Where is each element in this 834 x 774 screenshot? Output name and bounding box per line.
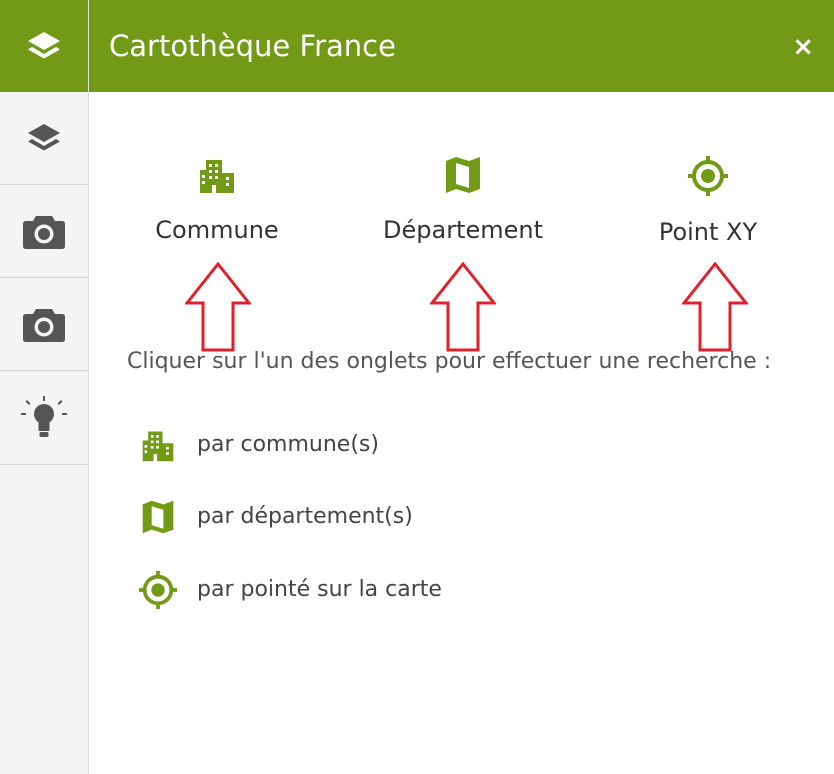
- camera-icon: [23, 309, 65, 342]
- crosshair-icon: [138, 570, 178, 610]
- tab-point-xy[interactable]: Point XY: [598, 155, 818, 247]
- close-button[interactable]: ×: [792, 34, 814, 60]
- tab-label: Point XY: [658, 218, 758, 246]
- layers-icon: [28, 32, 60, 59]
- list-item-point: par pointé sur la carte: [136, 570, 442, 610]
- option-label: par commune(s): [197, 432, 379, 457]
- arrow-up-icon: [682, 262, 748, 352]
- city-icon: [200, 160, 234, 193]
- option-label: par département(s): [197, 504, 413, 529]
- tab-label: Commune: [155, 216, 279, 244]
- sidebar-item-lightbulb[interactable]: [0, 371, 88, 465]
- arrow-up-icon: [430, 262, 496, 352]
- camera-icon: [23, 216, 65, 249]
- sidebar-item-camera-2[interactable]: [0, 278, 88, 371]
- sidebar: [0, 0, 89, 774]
- sidebar-item-layers-2[interactable]: [0, 92, 88, 185]
- sidebar-item-camera-1[interactable]: [0, 185, 88, 278]
- layers-icon: [28, 124, 60, 151]
- lightbulb-icon: [21, 395, 67, 437]
- crosshair-icon: [688, 156, 728, 196]
- arrow-up-icon: [185, 262, 251, 352]
- city-icon: [142, 431, 174, 462]
- map-icon: [142, 500, 174, 534]
- tab-label: Département: [383, 216, 543, 244]
- instruction-text: Cliquer sur l'un des onglets pour effect…: [127, 349, 772, 374]
- list-item-departement: par département(s): [136, 499, 413, 535]
- sidebar-item-layers[interactable]: [0, 0, 88, 92]
- list-item-commune: par commune(s): [136, 427, 379, 463]
- panel-title: Cartothèque France: [109, 29, 396, 63]
- map-icon: [446, 157, 480, 193]
- panel-header: Cartothèque France ×: [89, 0, 834, 92]
- tab-departement[interactable]: Département: [353, 155, 573, 245]
- tab-commune[interactable]: Commune: [107, 155, 327, 245]
- option-label: par pointé sur la carte: [197, 577, 442, 602]
